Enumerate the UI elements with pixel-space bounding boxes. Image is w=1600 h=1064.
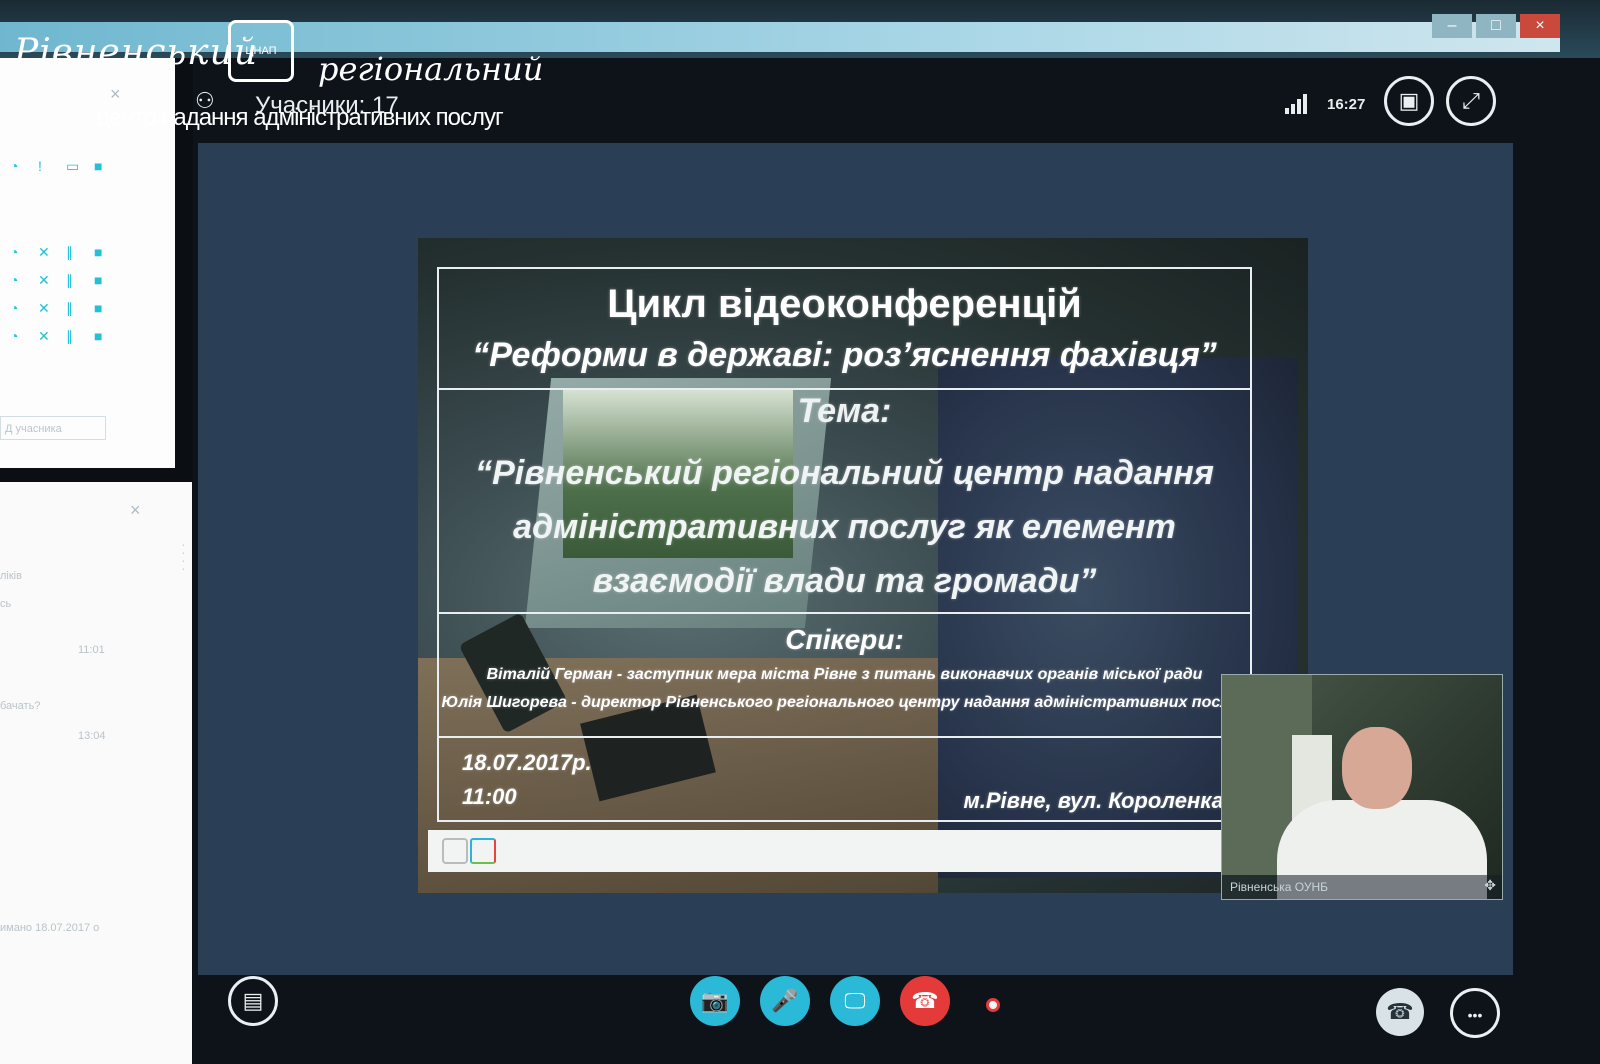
webcam-preview[interactable]: Рівненська ОУНБ ✥ [1221, 674, 1503, 900]
mic-icon: ✕ [38, 300, 50, 316]
slide-address: м.Рівне, вул. Короленка, [963, 788, 1231, 813]
screen-share-icon: 🖵 [844, 988, 866, 1013]
slide-date: 18.07.2017р. [462, 750, 592, 775]
video-icon: ▭ [66, 158, 80, 174]
slide-speaker: Віталій Герман - заступник мера міста Рі… [486, 666, 1203, 683]
panel-resize-handle[interactable]: · · · · [181, 537, 186, 575]
more-options-button[interactable]: ••• [1450, 988, 1500, 1038]
participant-row[interactable]: ◔ ✕ ∥ ■ [10, 272, 108, 288]
logo-script-right: регіональний [318, 50, 544, 88]
chat-timestamp: 13:04 [78, 730, 106, 742]
move-icon[interactable]: ✥ [1484, 877, 1496, 894]
slide-footer-logo [470, 838, 496, 864]
slide-topic: “Рівненський регіональний центр надання … [437, 446, 1252, 608]
more-icon: ••• [1467, 1007, 1483, 1023]
phone-icon: ☎ [1386, 999, 1414, 1024]
logo-badge: ЦНАП [228, 20, 294, 82]
speaker-icon: ◔ [10, 244, 19, 260]
mic-off-icon: 🎤 [771, 988, 799, 1013]
maximize-button[interactable]: □ [1476, 14, 1516, 38]
mic-toggle-button[interactable]: 🎤 [760, 976, 810, 1026]
slide-topic-line: взаємодії влади та громади” [592, 562, 1097, 600]
chat-panel [0, 482, 192, 1064]
slide-title: Цикл відеоконференцій [607, 282, 1082, 326]
window-controls: – □ × [1432, 14, 1560, 38]
hangup-button[interactable]: ☎ [900, 976, 950, 1026]
screen-icon: ■ [94, 244, 103, 260]
slide-topic-label: Тема: [797, 392, 892, 430]
participant-row[interactable]: ◔ ✕ ∥ ■ [10, 244, 108, 260]
webcam-label: Рівненська ОУНБ [1222, 875, 1502, 899]
chat-toggle-button[interactable]: ▤ [228, 976, 278, 1026]
slide-footer [428, 830, 1308, 872]
mic-icon: ✕ [38, 272, 50, 288]
video-off-icon: 📷 [701, 988, 729, 1013]
webcam-person [1342, 727, 1412, 809]
record-indicator[interactable] [986, 998, 1000, 1012]
participant-row[interactable]: ◔ ✕ ∥ ■ [10, 300, 108, 316]
speaker-icon: ◔ [10, 158, 19, 174]
mic-icon: ! [38, 158, 42, 174]
slide-subtitle: “Реформи в державі: роз’яснення фахівця” [472, 336, 1217, 374]
chat-message: сь [0, 598, 12, 610]
slide-topic-line: “Рівненський регіональний центр надання [475, 454, 1214, 492]
fullscreen-button[interactable]: ⤢ [1446, 76, 1496, 126]
video-icon: ∥ [66, 244, 73, 260]
screen-icon: ■ [94, 158, 103, 174]
logo-subtitle: центр надання адміністративних послуг [96, 104, 504, 131]
close-button[interactable]: × [1520, 14, 1560, 38]
video-icon: ∥ [66, 300, 73, 316]
chat-close-icon[interactable]: × [130, 500, 141, 521]
slide-speakers-label: Спікери: [785, 624, 904, 655]
chat-message: бачать? [0, 700, 41, 712]
participant-row[interactable]: ◔ ✕ ∥ ■ [10, 328, 108, 344]
slide-speaker: Юлія Шигорева - директор Рівненського ре… [441, 694, 1248, 711]
hangup-icon: ☎ [911, 988, 939, 1013]
participant-row[interactable]: ◔ ! ▭ ■ [10, 158, 108, 174]
slide-divider [437, 388, 1252, 390]
screen-icon: ■ [94, 272, 103, 288]
screen-icon: ■ [94, 328, 103, 344]
chat-icon: ▤ [242, 988, 264, 1013]
speaker-icon: ◔ [10, 300, 19, 316]
mic-icon: ✕ [38, 244, 50, 260]
screen-share-button[interactable]: 🖵 [830, 976, 880, 1026]
add-participant-input[interactable]: Д учасника [0, 416, 106, 440]
fullscreen-icon: ⤢ [1462, 88, 1480, 113]
signal-icon [1285, 94, 1307, 114]
chat-message: имано 18.07.2017 о [0, 922, 100, 934]
participants-close-icon[interactable]: × [110, 84, 121, 105]
video-icon: ∥ [66, 272, 73, 288]
video-toggle-button[interactable]: 📷 [690, 976, 740, 1026]
logo-script-left: Рівненський [14, 32, 259, 73]
layout-switch-icon: ▣ [1398, 88, 1420, 113]
speaker-icon: ◔ [10, 328, 19, 344]
dialpad-button[interactable]: ☎ [1376, 988, 1424, 1036]
minimize-button[interactable]: – [1432, 14, 1472, 38]
chat-timestamp: 11:01 [78, 644, 105, 656]
slide-footer-logo [442, 838, 468, 864]
speaker-icon: ◔ [10, 272, 19, 288]
slide-topic-line: адміністративних послуг як елемент [513, 508, 1176, 546]
slide-divider [437, 612, 1252, 614]
slide-divider [437, 736, 1252, 738]
chat-message: ліків [0, 570, 22, 582]
call-time: 16:27 [1327, 96, 1366, 113]
slide-time: 11:00 [462, 784, 517, 809]
video-icon: ∥ [66, 328, 73, 344]
layout-switch-button[interactable]: ▣ [1384, 76, 1434, 126]
mic-icon: ✕ [38, 328, 50, 344]
screen-icon: ■ [94, 300, 103, 316]
